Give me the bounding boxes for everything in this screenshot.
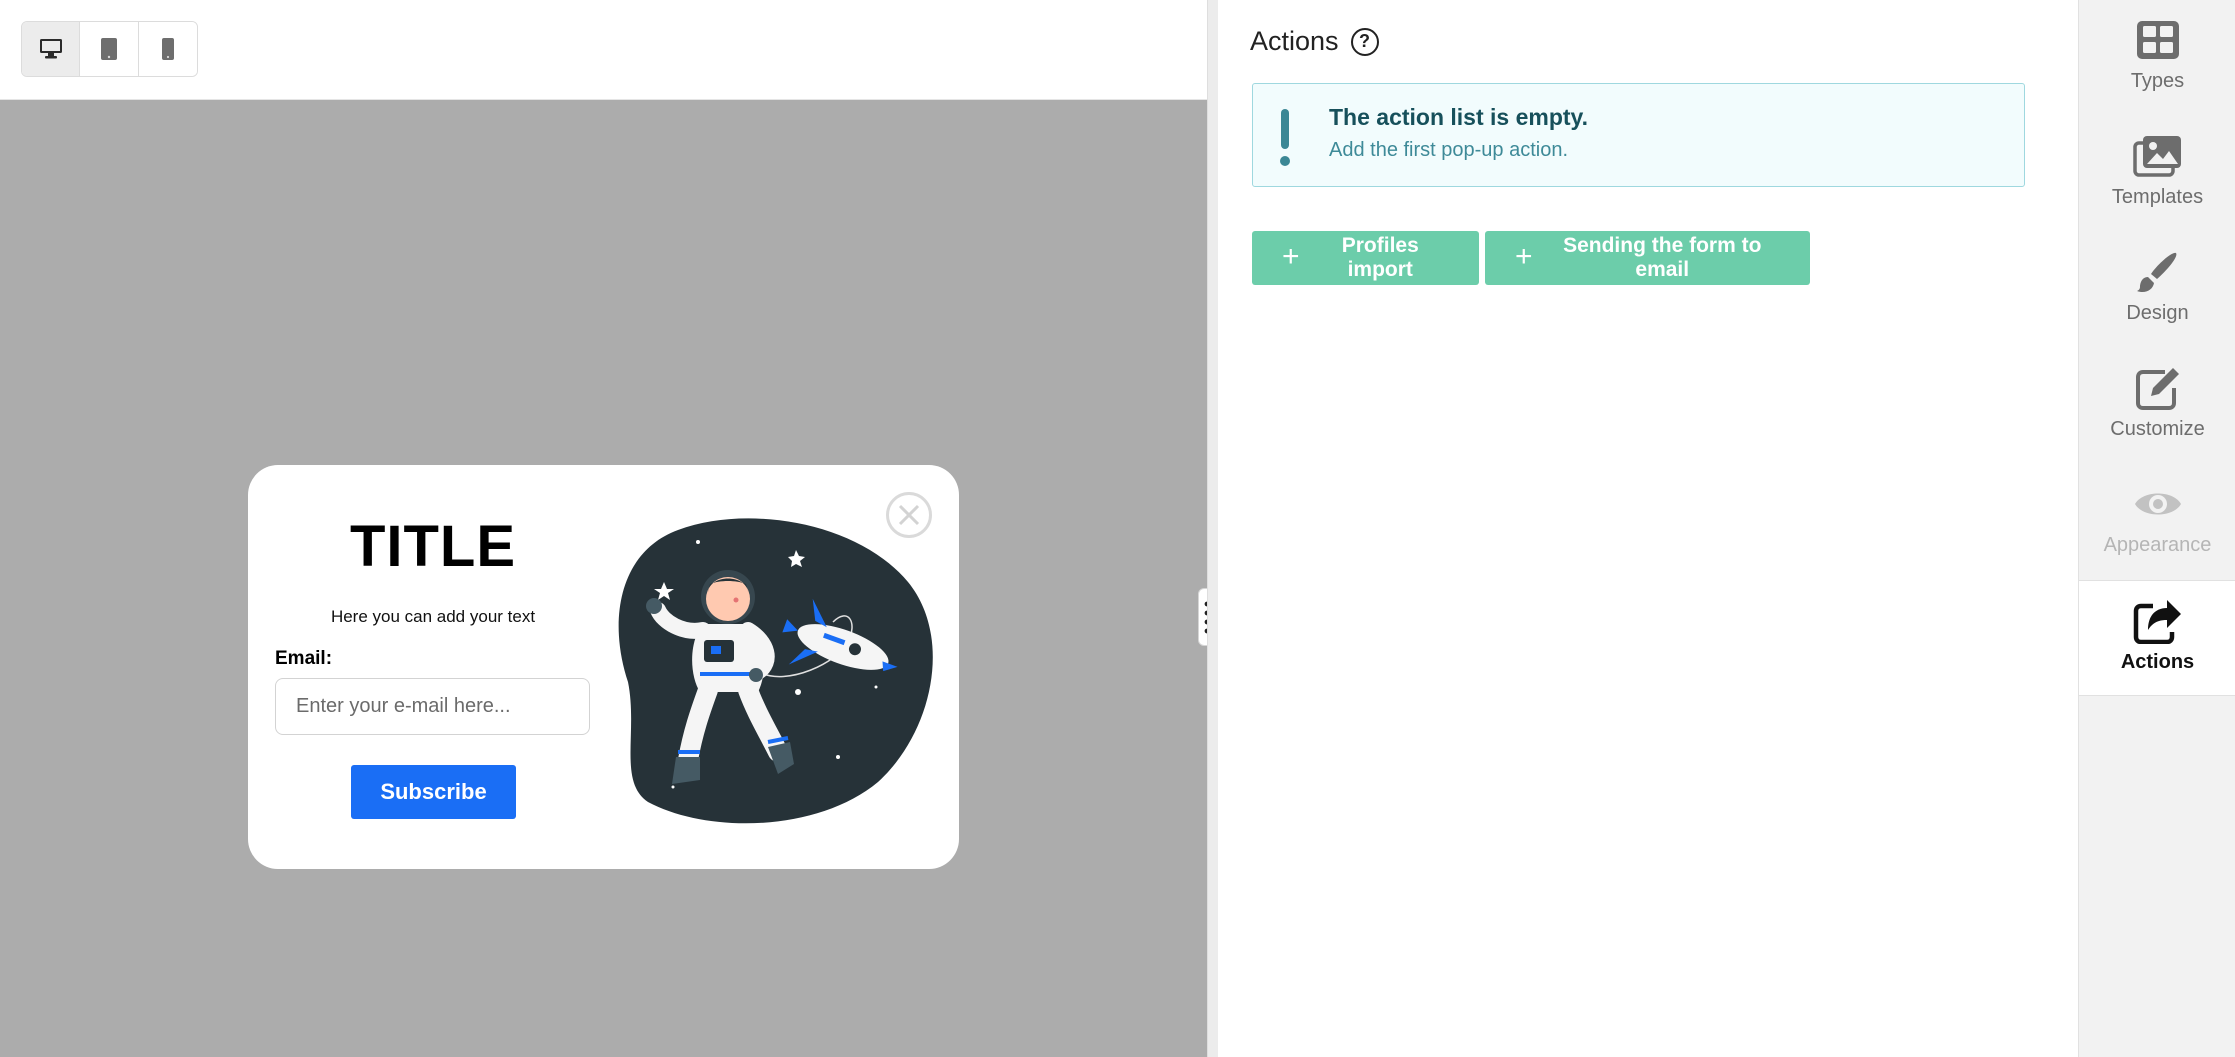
nav-label-actions: Actions [2120, 651, 2195, 673]
nav-item-actions[interactable]: Actions [2079, 580, 2235, 696]
panel-header: Actions ? [1250, 26, 1379, 57]
panel-title: Actions [1250, 26, 1339, 56]
nav-item-customize[interactable]: Customize [2079, 348, 2235, 464]
nav-item-design[interactable]: Design [2079, 232, 2235, 348]
alert-title: The action list is empty. [1329, 104, 1589, 130]
edit-icon [2133, 366, 2183, 410]
grid-icon [2133, 18, 2183, 62]
nav-label-design: Design [2126, 302, 2189, 324]
tablet-view-button[interactable] [80, 22, 139, 76]
nav-item-templates[interactable]: Templates [2079, 116, 2235, 232]
popup-title: TITLE [349, 514, 517, 579]
nav-label-appearance: Appearance [2103, 534, 2212, 556]
exclamation-icon [1279, 109, 1291, 167]
nav-item-types[interactable]: Types [2079, 0, 2235, 116]
mobile-icon [161, 38, 174, 60]
plus-icon: + [1282, 239, 1300, 273]
nav-label-types: Types [2130, 70, 2185, 92]
panel-divider [1207, 0, 1218, 1057]
actions-panel: Actions ? The action list is empty. Add … [1218, 0, 2078, 1057]
email-input[interactable] [275, 678, 590, 735]
popup-preview-canvas: TITLE Here you can add your text Email: … [0, 100, 1207, 1057]
brush-icon [2133, 250, 2183, 294]
desktop-view-button[interactable] [22, 22, 81, 76]
send-form-to-email-button[interactable]: + Sending the form to email [1485, 231, 1810, 285]
empty-actions-alert: The action list is empty. Add the first … [1252, 83, 2025, 187]
share-icon [2133, 599, 2183, 644]
subscribe-button[interactable]: Subscribe [351, 765, 516, 819]
email-label: Email: [275, 648, 333, 669]
add-action-buttons: + Profiles import + Sending the form to … [1252, 231, 1810, 285]
help-icon[interactable]: ? [1350, 27, 1379, 56]
device-switcher [21, 21, 198, 77]
nav-label-customize: Customize [2110, 418, 2205, 440]
popup-text: Here you can add your text [330, 607, 536, 626]
nav-label-templates: Templates [2111, 186, 2204, 208]
alert-subtitle: Add the first pop-up action. [1329, 139, 1569, 161]
plus-icon: + [1515, 239, 1533, 273]
tablet-icon [101, 38, 118, 60]
desktop-icon [39, 39, 62, 59]
mobile-view-button[interactable] [138, 22, 197, 76]
popup-preview: TITLE Here you can add your text Email: … [248, 465, 959, 869]
nav-item-appearance[interactable]: Appearance [2079, 464, 2235, 580]
profiles-import-label: Profiles import [1341, 234, 1419, 281]
astronaut-rocket-illustration [618, 518, 933, 824]
profiles-import-button[interactable]: + Profiles import [1252, 231, 1479, 285]
eye-icon [2133, 482, 2183, 526]
device-toolbar [0, 0, 1207, 100]
preview-area: TITLE Here you can add your text Email: … [0, 0, 1224, 1057]
send-form-to-email-label: Sending the form to email [1563, 234, 1762, 281]
images-icon [2132, 134, 2183, 178]
side-nav: Types Templates Design Customize Appeara… [2078, 0, 2235, 1057]
